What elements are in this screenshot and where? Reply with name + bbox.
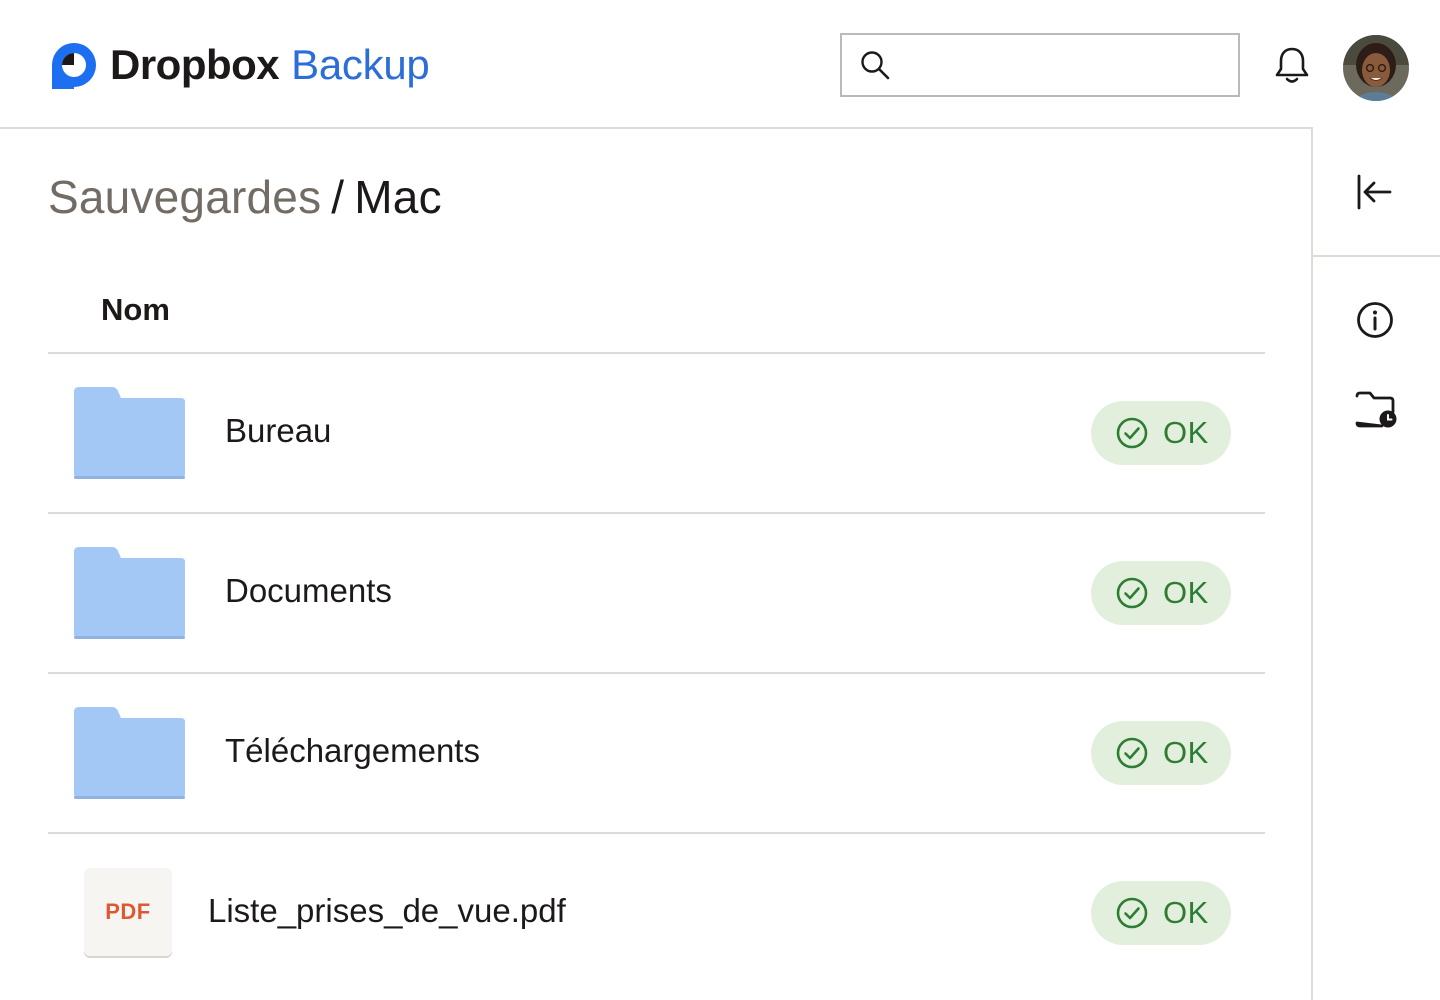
folder-icon [74, 707, 185, 799]
status-badge: OK [1091, 401, 1231, 465]
status-badge: OK [1091, 881, 1231, 945]
table-row[interactable]: Documents OK [48, 514, 1265, 674]
folder-icon [74, 547, 185, 639]
status-text: OK [1163, 575, 1209, 610]
folder-history-icon[interactable] [1354, 390, 1400, 430]
header-divider [0, 127, 1313, 129]
table-row[interactable]: Téléchargements OK [48, 674, 1265, 834]
folder-icon [74, 387, 185, 479]
row-name[interactable]: Bureau [225, 412, 331, 450]
breadcrumb-current: Mac [354, 171, 442, 223]
check-circle-icon [1116, 737, 1148, 769]
breadcrumb-separator: / [331, 171, 345, 223]
right-rail-divider [1311, 127, 1313, 1000]
collapse-panel-icon[interactable] [1354, 172, 1394, 212]
row-name[interactable]: Liste_prises_de_vue.pdf [208, 892, 566, 930]
row-name[interactable]: Documents [225, 572, 392, 610]
status-text: OK [1163, 735, 1209, 770]
check-circle-icon [1116, 577, 1148, 609]
brand-name: Dropbox [110, 41, 280, 88]
dropbox-backup-logo[interactable]: Dropbox Backup [50, 40, 430, 90]
info-icon[interactable] [1355, 300, 1395, 340]
status-text: OK [1163, 415, 1209, 450]
table-row[interactable]: PDF Liste_prises_de_vue.pdf OK [48, 834, 1265, 994]
pdf-file-icon: PDF [84, 868, 172, 956]
search-icon [861, 51, 890, 80]
status-text: OK [1163, 895, 1209, 930]
search-bar[interactable] [840, 33, 1240, 97]
user-avatar[interactable] [1343, 35, 1409, 101]
pdf-badge-label: PDF [105, 899, 151, 924]
breadcrumb-parent-link[interactable]: Sauvegardes [48, 171, 321, 223]
check-circle-icon [1116, 897, 1148, 929]
table-row[interactable]: Bureau OK [48, 354, 1265, 514]
status-badge: OK [1091, 721, 1231, 785]
search-input[interactable] [892, 35, 1238, 95]
breadcrumb: Sauvegardes / Mac [48, 170, 442, 224]
top-header: Dropbox Backup [0, 0, 1440, 128]
row-name[interactable]: Téléchargements [225, 732, 480, 770]
status-badge: OK [1091, 561, 1231, 625]
bell-icon[interactable] [1268, 42, 1316, 90]
product-name: Backup [291, 41, 430, 88]
check-circle-icon [1116, 417, 1148, 449]
dropbox-logo-icon [52, 43, 96, 89]
column-header-name[interactable]: Nom [101, 292, 170, 328]
right-rail-section-divider [1313, 255, 1440, 257]
